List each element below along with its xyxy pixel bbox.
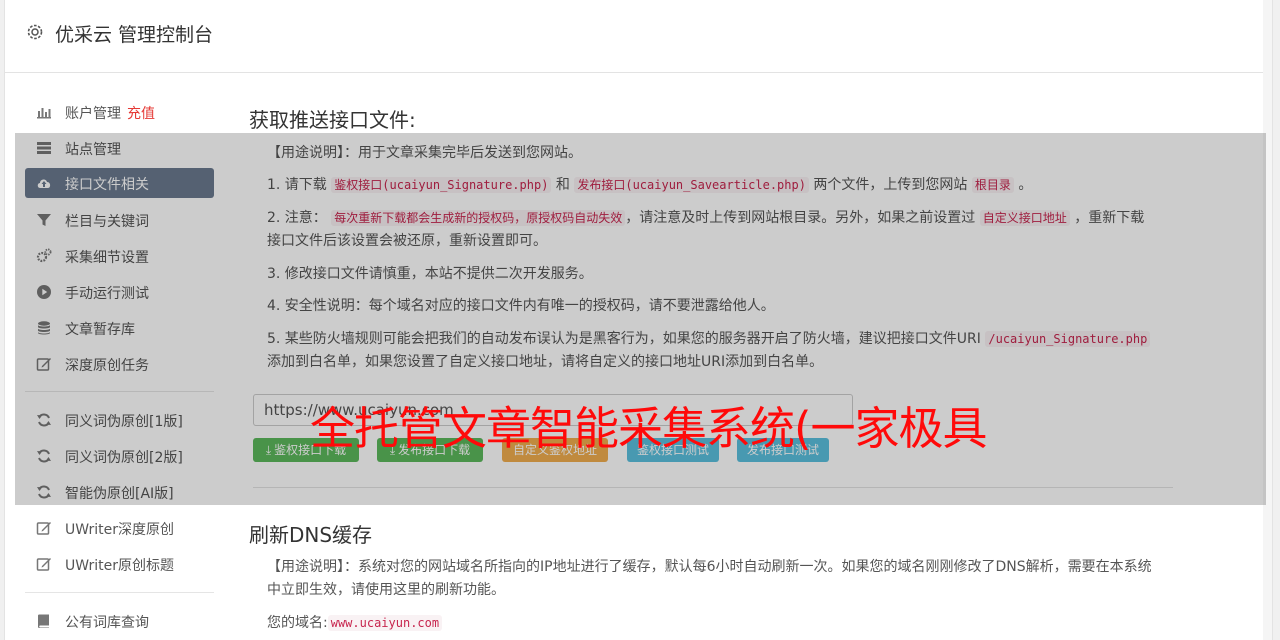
sidebar-item-label: UWriter原创标题: [65, 558, 174, 574]
overlay-banner-text: 全托管文章智能采集系统(一家极具: [310, 402, 988, 455]
domain-label: 您的域名:: [267, 615, 328, 631]
edit-icon: [36, 522, 51, 535]
sidebar-item-account[interactable]: 账户管理 充值: [25, 97, 214, 127]
sidebar-item-public-lexicon[interactable]: 公有词库查询: [25, 606, 214, 636]
sidebar-item-label: 账户管理: [65, 106, 121, 122]
gear-icon: [27, 24, 43, 40]
edit-icon: [36, 558, 51, 571]
sidebar-divider: [25, 592, 214, 593]
domain-value: www.ucaiyun.com: [327, 615, 443, 631]
recharge-link[interactable]: 充值: [127, 106, 155, 122]
dns-usage-note: 【用途说明】：系统对您的网站域名所指向的IP地址进行了缓存，默认每6小时自动刷新…: [267, 559, 1152, 598]
section-title-interface: 获取推送接口文件:: [249, 108, 416, 132]
sidebar-item-uwriter-title[interactable]: UWriter原创标题: [25, 549, 214, 579]
sidebar-item-label: UWriter深度原创: [65, 522, 174, 538]
sidebar-item-label: 公有词库查询: [65, 615, 149, 631]
section-title-dns: 刷新DNS缓存: [249, 523, 373, 547]
domain-line: 您的域名: www.ucaiyun.com: [267, 612, 1157, 635]
sidebar-item-uwriter-deep[interactable]: UWriter深度原创: [25, 513, 214, 543]
top-header: 优采云 管理控制台: [5, 0, 1272, 73]
book-icon: [38, 614, 49, 628]
console-title: 优采云 管理控制台: [55, 24, 214, 46]
bar-chart-icon: [37, 108, 51, 119]
